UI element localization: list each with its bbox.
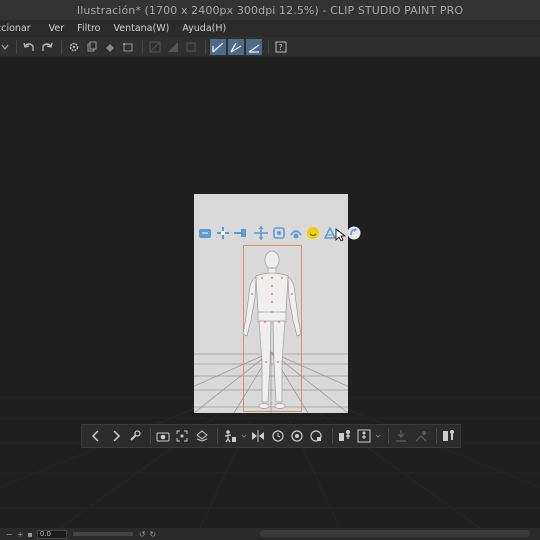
- rotate-icon[interactable]: [289, 226, 303, 240]
- frame-icon[interactable]: [174, 427, 190, 445]
- scene-icon[interactable]: [194, 427, 210, 445]
- square-icon[interactable]: [183, 39, 199, 55]
- person-icon[interactable]: [441, 427, 457, 445]
- pose-dropdown-icon[interactable]: [241, 427, 247, 445]
- undo-icon[interactable]: [21, 39, 37, 55]
- mouse-cursor-icon: [334, 228, 348, 242]
- body-dropdown-icon[interactable]: [375, 427, 381, 445]
- help-icon[interactable]: ?: [273, 39, 289, 55]
- prev-icon[interactable]: [88, 427, 104, 445]
- figure-icon[interactable]: [337, 427, 353, 445]
- transform-icon[interactable]: [120, 39, 136, 55]
- menu-item-filtro[interactable]: Filtro: [77, 23, 100, 34]
- 3d-camera-toolbar: [81, 424, 461, 448]
- clear-icon[interactable]: [147, 39, 163, 55]
- fill-icon[interactable]: [102, 39, 118, 55]
- zoom-plus-icon[interactable]: +: [17, 530, 24, 539]
- copy-icon[interactable]: [84, 39, 100, 55]
- line-tool-2-icon[interactable]: [228, 38, 244, 55]
- wrench-icon[interactable]: [127, 427, 143, 445]
- pose-icon[interactable]: [222, 427, 238, 445]
- move-3d-icon[interactable]: [272, 226, 286, 240]
- rotate-right-icon[interactable]: ↻: [150, 530, 157, 539]
- menu-chevron-icon[interactable]: [0, 39, 10, 55]
- menu-item-seleccionar[interactable]: ccionar: [0, 23, 31, 34]
- command-bar: ?: [0, 37, 540, 57]
- rotate-left-icon[interactable]: ↺: [139, 530, 146, 539]
- lock-icon[interactable]: [308, 427, 324, 445]
- menu-item-ayuda[interactable]: Ayuda(H): [182, 23, 226, 34]
- rotate-preset-icon[interactable]: [289, 427, 305, 445]
- gradient-icon[interactable]: [165, 39, 181, 55]
- menu-item-ver[interactable]: Ver: [49, 23, 65, 34]
- zoom-slider[interactable]: [72, 532, 133, 536]
- redo-icon[interactable]: [39, 39, 55, 55]
- landing-icon[interactable]: [393, 427, 409, 445]
- line-tool-3-icon[interactable]: [246, 38, 262, 55]
- reset-rotation-icon[interactable]: [347, 226, 361, 240]
- camera-rotate-icon[interactable]: [198, 226, 212, 240]
- menu-item-ventana[interactable]: Ventana(W): [113, 23, 169, 34]
- menu-bar: ccionar Ver Filtro Ventana(W) Ayuda(H): [0, 20, 540, 37]
- next-icon[interactable]: [107, 427, 123, 445]
- rotate-highlighted-icon[interactable]: [306, 226, 320, 240]
- camera-pan-icon[interactable]: [216, 226, 230, 240]
- reset-icon[interactable]: [270, 427, 286, 445]
- horizontal-scrollbar[interactable]: [260, 530, 530, 537]
- canvas-area[interactable]: [0, 58, 540, 528]
- window-title: Ilustración* (1700 x 2400px 300dpi 12.5%…: [76, 3, 464, 17]
- zoom-minus-icon[interactable]: −: [6, 530, 13, 539]
- zoom-dot-icon: ▪: [27, 529, 33, 539]
- ground-icon[interactable]: [412, 427, 428, 445]
- title-bar: Ilustración* (1700 x 2400px 300dpi 12.5%…: [0, 0, 540, 20]
- status-bar: − + ▪ 0.0 ↺ ↻: [0, 528, 540, 540]
- zoom-field[interactable]: 0.0: [36, 529, 67, 539]
- move-plane-icon[interactable]: [254, 226, 268, 240]
- line-tool-1-icon[interactable]: [210, 38, 226, 55]
- svg-text:?: ?: [279, 43, 283, 52]
- camera-forward-back-icon[interactable]: [233, 226, 247, 240]
- flip-icon[interactable]: [250, 427, 266, 445]
- body-icon[interactable]: [356, 427, 372, 445]
- camera-icon[interactable]: [155, 427, 171, 445]
- gear-icon[interactable]: [66, 39, 82, 55]
